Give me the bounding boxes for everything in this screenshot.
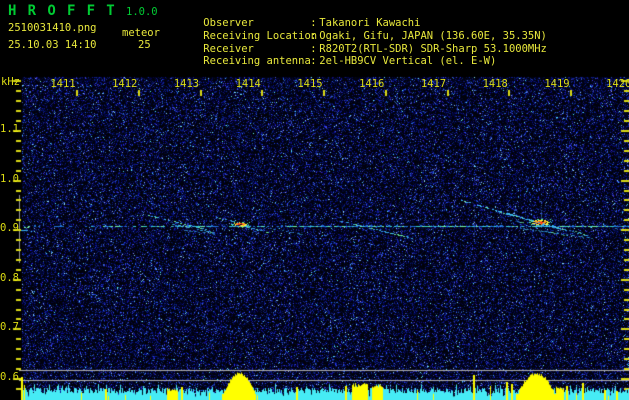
echo-count: 25	[138, 39, 151, 51]
x-tick-label: 1413	[173, 78, 200, 90]
x-tick-label: 1417	[420, 78, 447, 90]
header-separator: :	[310, 55, 317, 67]
hrofft-window: H R O F F T 1.0.0 2510031410.png meteor …	[0, 0, 629, 400]
x-tick-label: 1416	[359, 78, 385, 90]
app-version: 1.0.0	[126, 6, 158, 18]
x-tick-label: 1412	[112, 78, 138, 90]
date-time: 25.10.03 14:10	[8, 39, 97, 51]
x-tick-label: 1419	[544, 78, 570, 90]
x-tick-label: 1411	[50, 78, 76, 90]
observation-mode: meteor	[122, 27, 160, 39]
header-row-antenna: Receiving antenna: 2el-HB9CV Vertical (el…	[178, 45, 496, 78]
x-tick-label: 1415	[297, 78, 323, 90]
header-value: 2el-HB9CV Vertical (el. E-W)	[319, 55, 497, 67]
y-tick-label: 1.0	[0, 172, 19, 185]
x-tick-label: 1420	[606, 78, 629, 90]
header-label: Receiving antenna	[203, 55, 311, 67]
x-tick-label: 1414	[235, 78, 261, 90]
y-tick-label: 0.6	[0, 371, 19, 383]
app-title: H R O F F T	[8, 3, 117, 19]
y-tick-label: 0.8	[0, 271, 19, 284]
y-tick-label: 0.9	[0, 222, 19, 235]
x-tick-label: 1418	[482, 78, 508, 90]
y-tick-label: 1.1	[0, 123, 19, 135]
y-tick-label: 0.7	[0, 321, 19, 334]
y-axis-unit: kHz	[1, 76, 20, 88]
output-filename: 2510031410.png	[8, 22, 97, 34]
